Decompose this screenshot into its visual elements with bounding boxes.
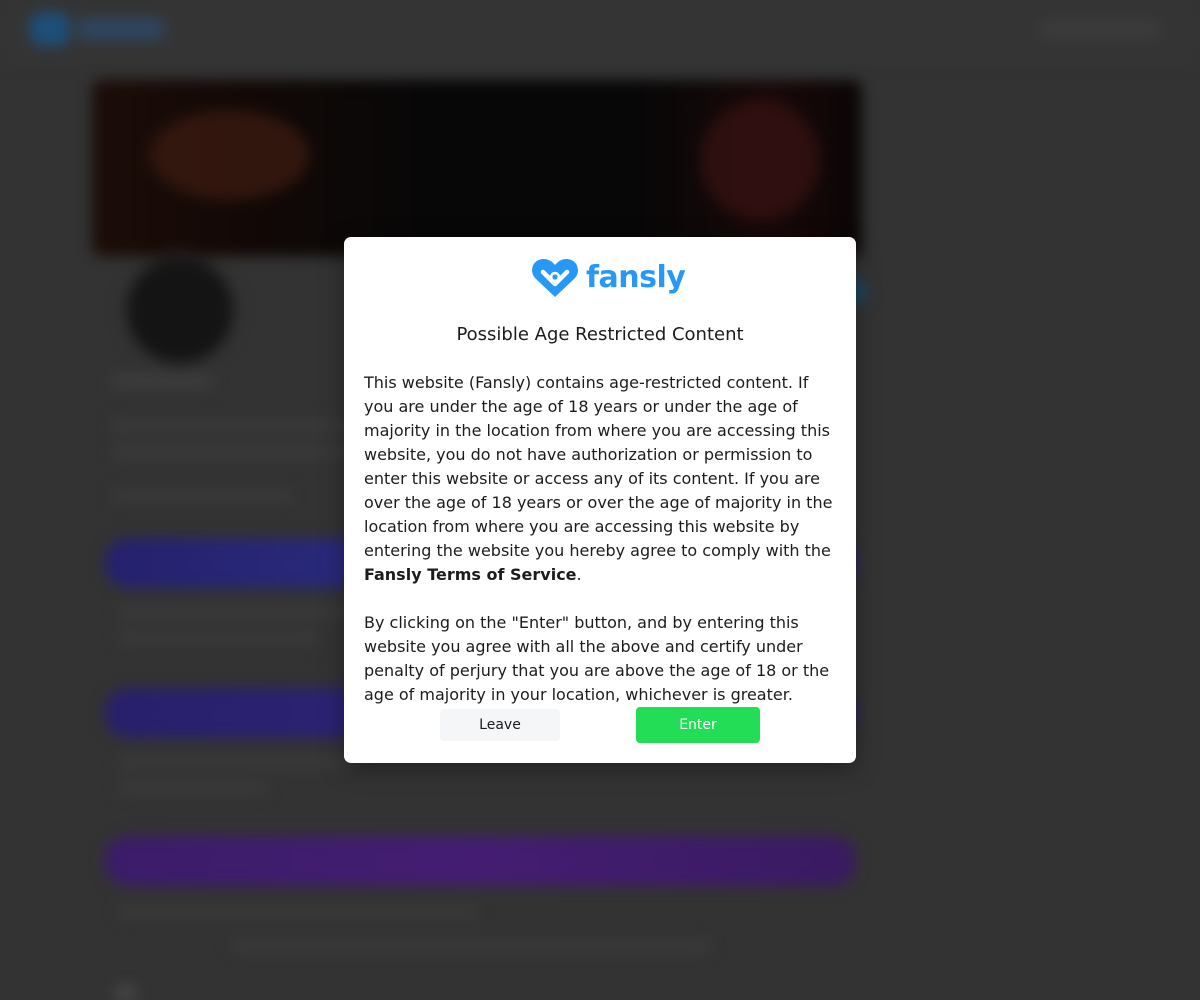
tier-description-line — [118, 906, 478, 918]
tier-description-line — [118, 632, 318, 644]
header-actions — [1040, 20, 1160, 38]
tier-description-line — [118, 782, 268, 794]
modal-title: Possible Age Restricted Content — [456, 324, 744, 345]
heart-keyhole-icon — [530, 257, 580, 299]
enter-button[interactable]: Enter — [636, 707, 760, 743]
tab-all: All — [115, 984, 137, 1000]
subscription-heading — [112, 490, 292, 502]
fansly-logo: fansly — [530, 257, 686, 299]
fansly-wordmark: fansly — [586, 260, 686, 295]
age-restriction-modal: fansly Possible Age Restricted Content T… — [344, 237, 856, 763]
subscription-tier-bar — [104, 836, 856, 886]
disclaimer-text-end: . — [576, 565, 582, 584]
banner-detail — [150, 110, 310, 200]
content-tabs-line — [230, 940, 710, 952]
disclaimer-paragraph: This website (Fansly) contains age-restr… — [364, 371, 838, 587]
terms-of-service-link[interactable]: Fansly Terms of Service — [364, 565, 577, 584]
leave-button[interactable]: Leave — [440, 709, 560, 741]
site-header — [0, 0, 1200, 64]
site-logo-wordmark — [78, 18, 164, 40]
consent-paragraph: By clicking on the "Enter" button, and b… — [364, 613, 830, 704]
profile-name — [112, 374, 212, 388]
site-logo-icon — [30, 12, 70, 46]
tier-description-line — [118, 756, 358, 768]
tier-description-line — [118, 606, 378, 618]
disclaimer-text: This website (Fansly) contains age-restr… — [364, 373, 833, 560]
profile-avatar — [122, 252, 238, 368]
banner-detail — [700, 100, 820, 220]
modal-body: This website (Fansly) contains age-restr… — [364, 371, 838, 707]
